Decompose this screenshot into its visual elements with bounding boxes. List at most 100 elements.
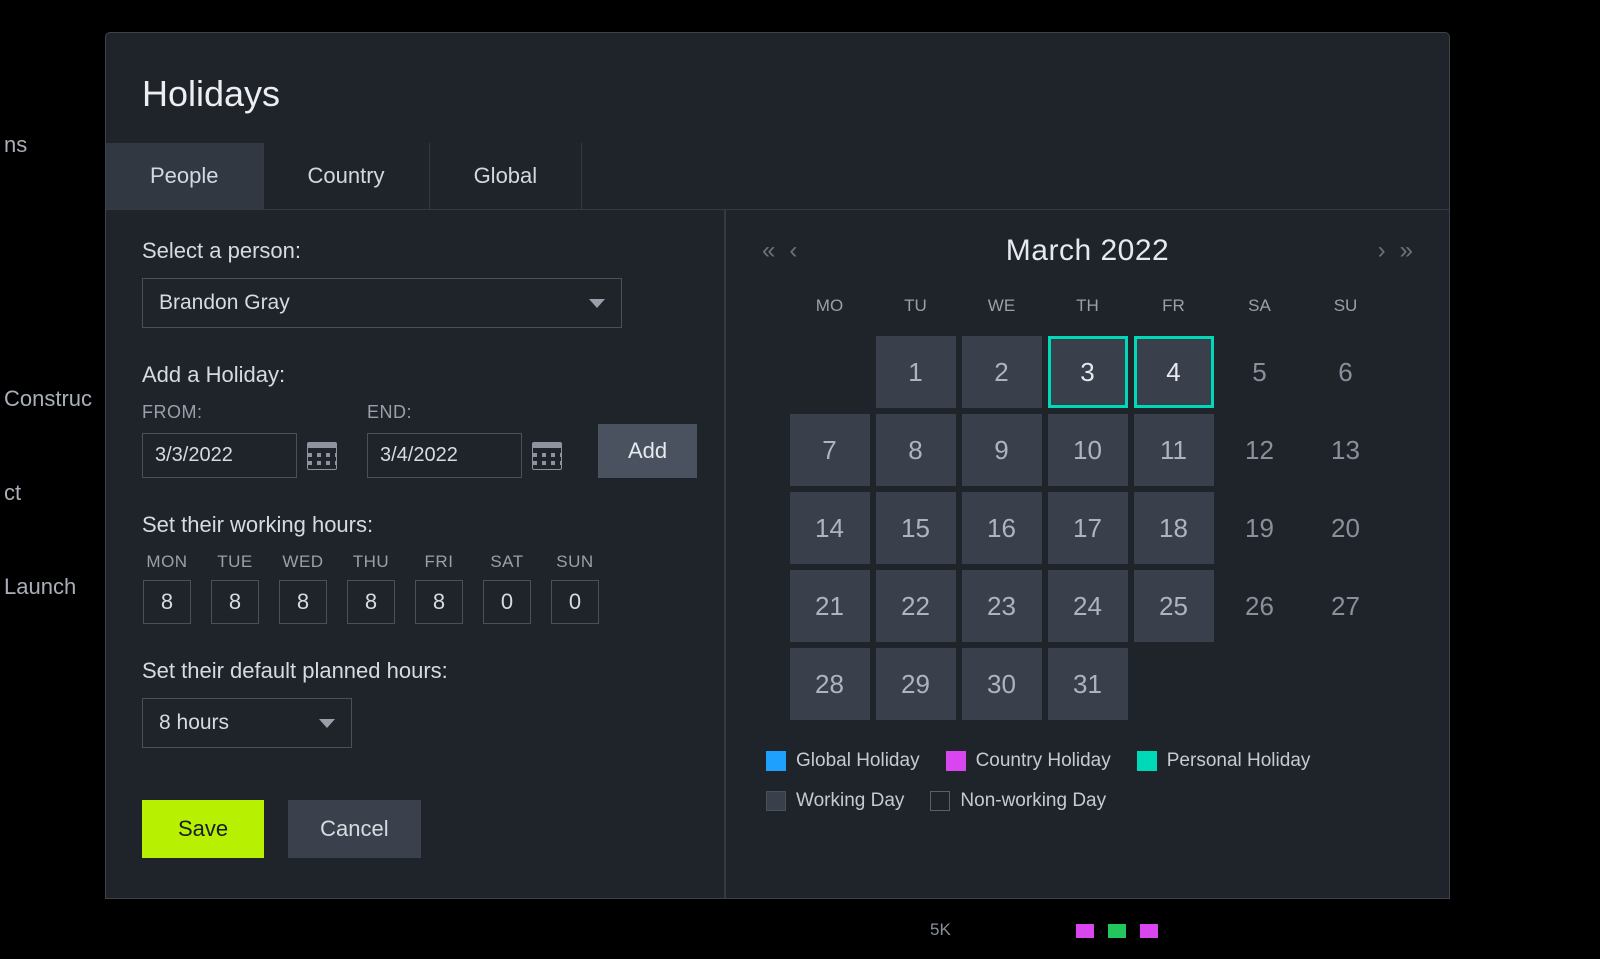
- calendar-day[interactable]: 23: [962, 570, 1042, 642]
- bg-bottom-axis: 5K: [930, 920, 1158, 940]
- cancel-button[interactable]: Cancel: [288, 800, 420, 858]
- calendar-day[interactable]: 7: [790, 414, 870, 486]
- calendar-day[interactable]: 27: [1306, 570, 1386, 642]
- calendar-icon[interactable]: [307, 442, 337, 470]
- end-date-input[interactable]: 3/4/2022: [367, 433, 522, 478]
- bg-left-list: ns Construc ct Launch: [0, 0, 92, 614]
- hours-input[interactable]: 8: [347, 580, 395, 624]
- from-date-input[interactable]: 3/3/2022: [142, 433, 297, 478]
- calendar-day[interactable]: 4: [1134, 336, 1214, 408]
- calendar-grid: MOTUWETHFRSASU12345678910111213141516171…: [762, 288, 1413, 720]
- holidays-modal: Holidays People Country Global Select a …: [105, 32, 1450, 899]
- hours-input[interactable]: 0: [483, 580, 531, 624]
- day-column: WED 8: [278, 552, 328, 624]
- calendar-day[interactable]: 14: [790, 492, 870, 564]
- calendar-day[interactable]: 5: [1220, 336, 1300, 408]
- legend-label: Country Holiday: [976, 750, 1111, 772]
- hours-input[interactable]: 8: [143, 580, 191, 624]
- calendar-day[interactable]: 11: [1134, 414, 1214, 486]
- calendar-day[interactable]: 10: [1048, 414, 1128, 486]
- tab-global[interactable]: Global: [430, 143, 583, 209]
- day-column: TUE 8: [210, 552, 260, 624]
- calendar-day[interactable]: 8: [876, 414, 956, 486]
- day-column: THU 8: [346, 552, 396, 624]
- calendar-day[interactable]: 9: [962, 414, 1042, 486]
- legend-swatch-working: [766, 791, 786, 811]
- calendar-day[interactable]: 20: [1306, 492, 1386, 564]
- dow-header: FR: [1134, 288, 1214, 330]
- calendar-day[interactable]: 18: [1134, 492, 1214, 564]
- modal-title: Holidays: [106, 33, 1449, 143]
- person-select-value: Brandon Gray: [159, 291, 290, 315]
- next-month-icon[interactable]: ›: [1378, 237, 1386, 265]
- next-year-icon[interactable]: »: [1400, 237, 1413, 265]
- end-label: END:: [367, 402, 562, 423]
- calendar-day[interactable]: 17: [1048, 492, 1128, 564]
- legend-swatch-global: [766, 751, 786, 771]
- prev-month-icon[interactable]: ‹: [789, 237, 797, 265]
- planned-hours-label: Set their default planned hours:: [142, 658, 688, 684]
- calendar-day[interactable]: 31: [1048, 648, 1128, 720]
- calendar-day[interactable]: 12: [1220, 414, 1300, 486]
- calendar-legend: Global Holiday Country Holiday Personal …: [762, 750, 1413, 812]
- planned-hours-select[interactable]: 8 hours: [142, 698, 352, 748]
- hours-input[interactable]: 8: [279, 580, 327, 624]
- dow-header: TH: [1048, 288, 1128, 330]
- bg-left-item: ct: [0, 466, 92, 520]
- add-holiday-label: Add a Holiday:: [142, 362, 688, 388]
- tab-country[interactable]: Country: [264, 143, 430, 209]
- person-select[interactable]: Brandon Gray: [142, 278, 622, 328]
- calendar-day[interactable]: 2: [962, 336, 1042, 408]
- legend-label: Personal Holiday: [1167, 750, 1311, 772]
- working-hours-row: MON8TUE8WED8THU8FRI8SAT0SUN0: [142, 552, 688, 624]
- legend-label: Working Day: [796, 790, 904, 812]
- hours-input[interactable]: 8: [211, 580, 259, 624]
- add-button[interactable]: Add: [598, 424, 697, 478]
- calendar-day[interactable]: 1: [876, 336, 956, 408]
- calendar-day[interactable]: 22: [876, 570, 956, 642]
- calendar-icon[interactable]: [532, 442, 562, 470]
- calendar-day[interactable]: 6: [1306, 336, 1386, 408]
- bg-left-item: ns: [0, 118, 92, 172]
- calendar-day[interactable]: 25: [1134, 570, 1214, 642]
- hours-input[interactable]: 0: [551, 580, 599, 624]
- dow-header: MO: [790, 288, 870, 330]
- day-label: FRI: [425, 552, 454, 572]
- calendar-day[interactable]: 24: [1048, 570, 1128, 642]
- day-label: MON: [146, 552, 187, 572]
- calendar-day[interactable]: 15: [876, 492, 956, 564]
- day-label: THU: [353, 552, 389, 572]
- bg-left-item: Construc: [0, 372, 92, 426]
- hours-input[interactable]: 8: [415, 580, 463, 624]
- tab-people[interactable]: People: [106, 143, 264, 209]
- legend-label: Global Holiday: [796, 750, 920, 772]
- day-label: TUE: [217, 552, 253, 572]
- calendar-day[interactable]: 16: [962, 492, 1042, 564]
- save-button[interactable]: Save: [142, 800, 264, 858]
- chevron-down-icon: [319, 719, 335, 728]
- day-label: WED: [282, 552, 323, 572]
- dow-header: TU: [876, 288, 956, 330]
- day-label: SAT: [490, 552, 523, 572]
- legend-label: Non-working Day: [960, 790, 1106, 812]
- calendar-day[interactable]: 21: [790, 570, 870, 642]
- calendar-day[interactable]: 26: [1220, 570, 1300, 642]
- right-column: « ‹ March 2022 › » MOTUWETHFRSASU1234567…: [726, 210, 1449, 898]
- from-label: FROM:: [142, 402, 337, 423]
- day-column: FRI 8: [414, 552, 464, 624]
- dow-header: SU: [1306, 288, 1386, 330]
- tabs: People Country Global: [106, 143, 1449, 210]
- bg-left-item: Launch: [0, 560, 92, 614]
- calendar-day[interactable]: 3: [1048, 336, 1128, 408]
- day-column: SAT 0: [482, 552, 532, 624]
- calendar-day[interactable]: 30: [962, 648, 1042, 720]
- calendar-day[interactable]: 19: [1220, 492, 1300, 564]
- calendar-day[interactable]: 13: [1306, 414, 1386, 486]
- dow-header: SA: [1220, 288, 1300, 330]
- legend-swatch-nonworking: [930, 791, 950, 811]
- calendar-day[interactable]: 28: [790, 648, 870, 720]
- calendar-day[interactable]: 29: [876, 648, 956, 720]
- chevron-down-icon: [589, 299, 605, 308]
- legend-swatch-country: [946, 751, 966, 771]
- prev-year-icon[interactable]: «: [762, 237, 775, 265]
